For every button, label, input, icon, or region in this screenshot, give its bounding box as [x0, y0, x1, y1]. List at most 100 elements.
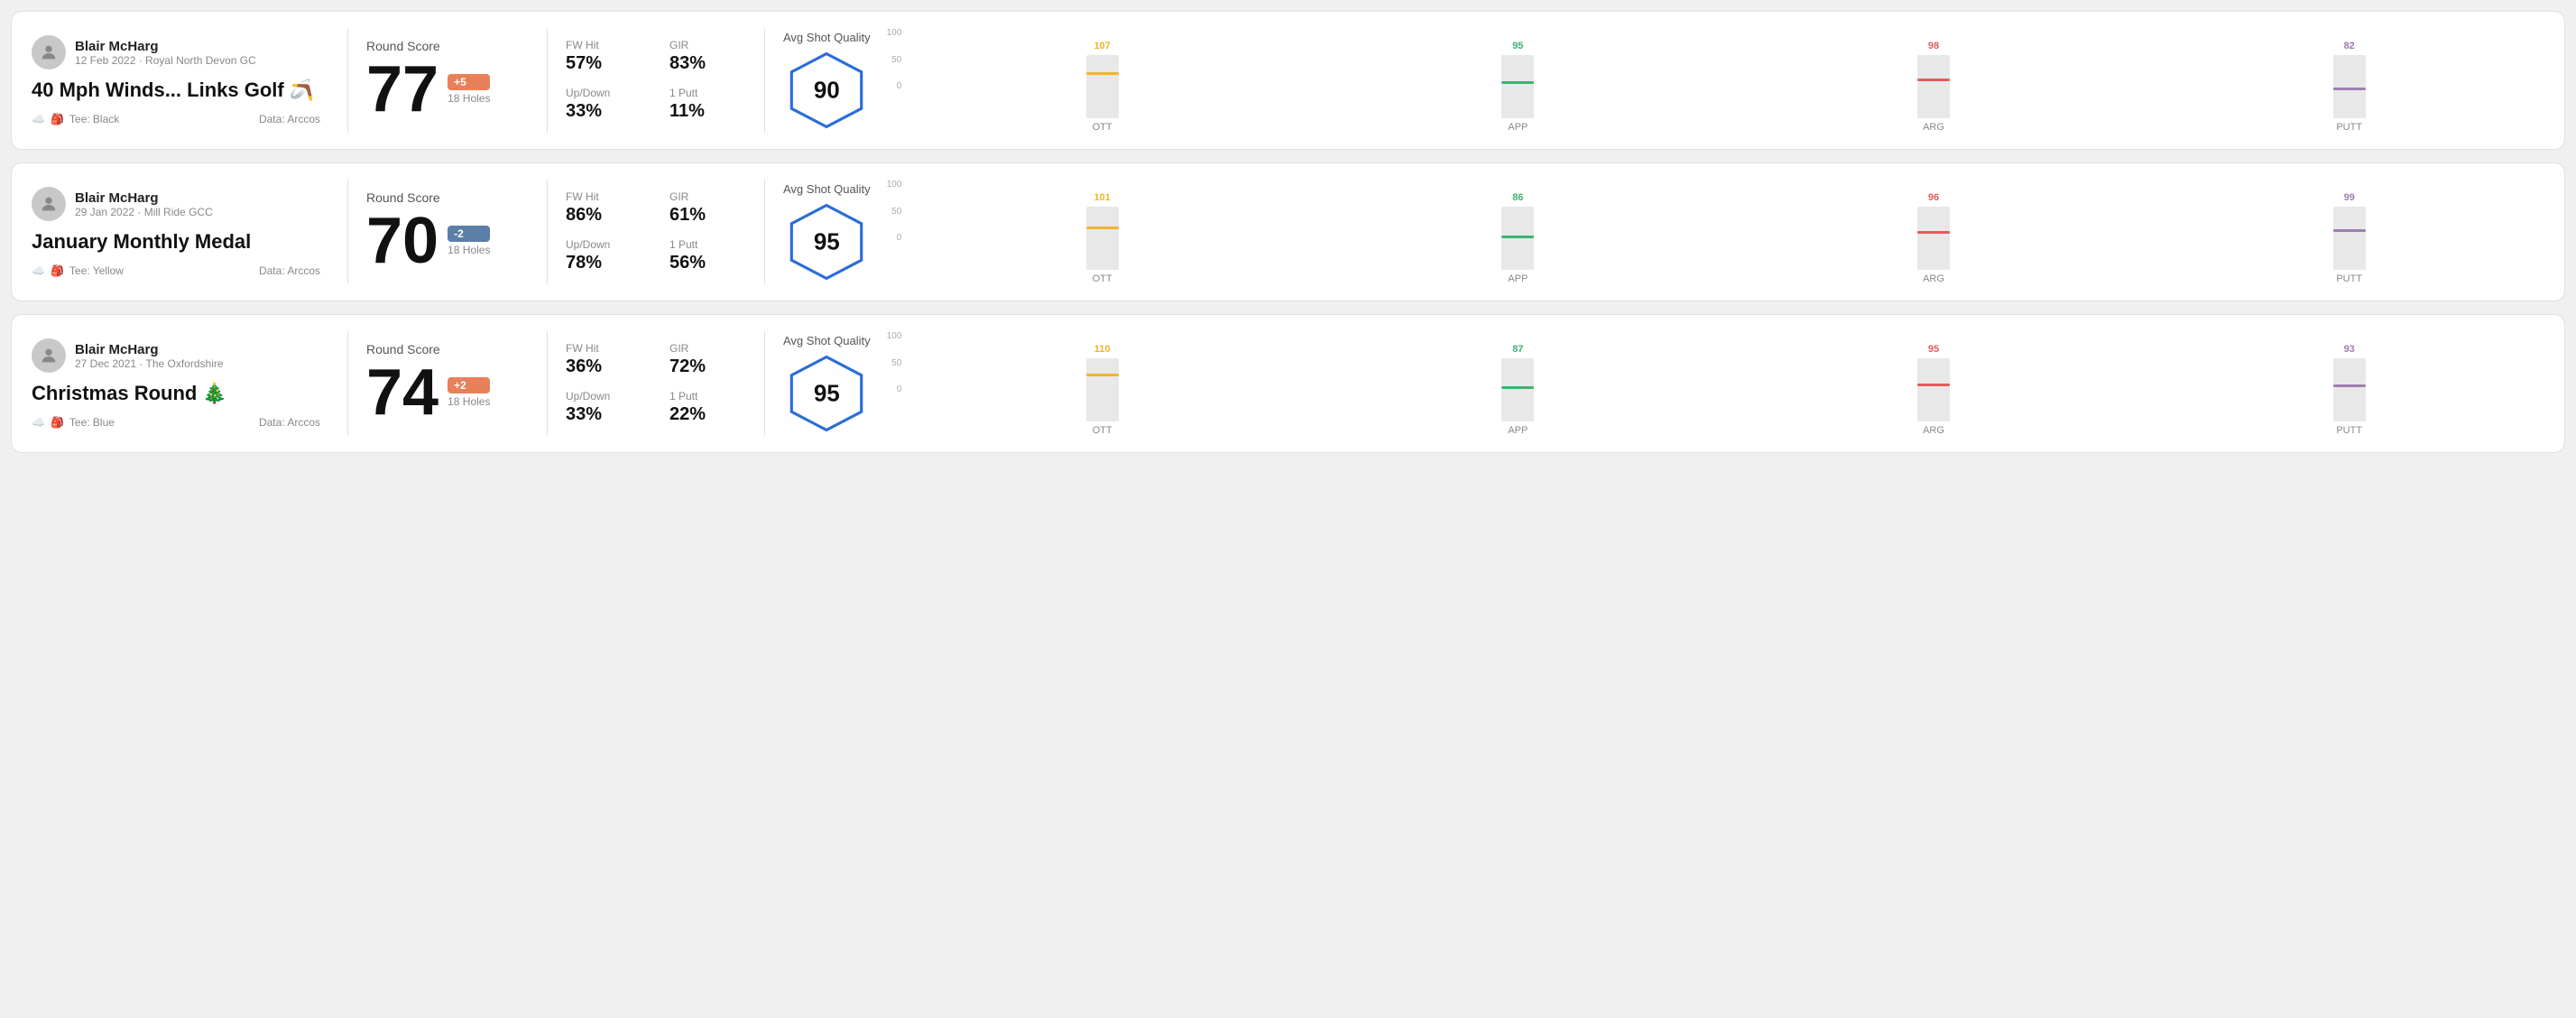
- axis-label-app: APP: [1323, 425, 1713, 436]
- bag-icon: 🎒: [51, 113, 64, 125]
- hexagon-wrap: Avg Shot Quality 90: [783, 31, 871, 131]
- round-card-3[interactable]: Blair McHarg 27 Dec 2021 · The Oxfordshi…: [11, 314, 2565, 453]
- chart-col-arg: 98: [1739, 41, 2129, 118]
- round-score-label: Round Score: [366, 342, 529, 356]
- holes-label: 18 Holes: [448, 92, 490, 105]
- chart-col-app: 95: [1323, 41, 1713, 118]
- axis-label-ott: OTT: [907, 273, 1297, 284]
- y-label-0: 0: [897, 233, 902, 243]
- stats-section: FW Hit 86% GIR 61% Up/Down 78% 1 Putt 56…: [557, 190, 755, 273]
- bar-bg: [1086, 358, 1119, 421]
- chart-inner: 107 95 98 82: [907, 28, 2544, 133]
- avatar: [32, 187, 66, 221]
- chart-value-putt: 82: [2344, 41, 2355, 51]
- bar-fill: [1917, 234, 1950, 270]
- chart-value-ott: 107: [1094, 41, 1110, 51]
- tee-label: Tee: Blue: [69, 416, 115, 429]
- bar-bg: [1501, 55, 1534, 118]
- tee-icons: ☁️ 🎒 Tee: Black: [32, 113, 119, 125]
- axis-label-putt: PUTT: [2154, 273, 2544, 284]
- gir-value: 83%: [669, 53, 746, 74]
- bar-chart-container: 100 50 0 110 87: [887, 331, 2544, 436]
- stat-updown: Up/Down 33%: [566, 390, 642, 425]
- hexagon: 95: [786, 353, 867, 434]
- bar-bg: [2333, 207, 2366, 270]
- score-section: Round Score 74 +2 18 Holes: [357, 342, 538, 425]
- axis-labels-row: OTTAPPARGPUTT: [907, 273, 2544, 284]
- one-putt-label: 1 Putt: [669, 238, 746, 251]
- player-date: 27 Dec 2021 · The Oxfordshire: [75, 357, 224, 370]
- round-card-2[interactable]: Blair McHarg 29 Jan 2022 · Mill Ride GCC…: [11, 162, 2565, 301]
- axis-label-arg: ARG: [1739, 122, 2129, 133]
- divider-mid: [547, 331, 548, 436]
- one-putt-label: 1 Putt: [669, 390, 746, 403]
- chart-value-ott: 101: [1094, 192, 1110, 203]
- chart-col-putt: 82: [2154, 41, 2544, 118]
- chart-value-arg: 96: [1928, 192, 1939, 203]
- tee-icons: ☁️ 🎒 Tee: Yellow: [32, 264, 124, 277]
- fw-hit-label: FW Hit: [566, 342, 642, 355]
- stat-updown: Up/Down 78%: [566, 238, 642, 273]
- one-putt-value: 22%: [669, 404, 746, 425]
- bar-line: [2333, 229, 2366, 232]
- chart-inner: 110 87 95 93: [907, 331, 2544, 436]
- stat-fw-hit: FW Hit 36%: [566, 342, 642, 377]
- bar-chart: 107 95 98 82: [907, 28, 2544, 118]
- score-main: 74 +2 18 Holes: [366, 360, 529, 425]
- bar-chart-container: 100 50 0 107 95: [887, 28, 2544, 133]
- player-info: Blair McHarg 29 Jan 2022 · Mill Ride GCC: [75, 190, 213, 218]
- bar-bg: [1501, 207, 1534, 270]
- round-card-1[interactable]: Blair McHarg 12 Feb 2022 · Royal North D…: [11, 11, 2565, 150]
- stat-one-putt: 1 Putt 56%: [669, 238, 746, 273]
- player-row: Blair McHarg 27 Dec 2021 · The Oxfordshi…: [32, 338, 320, 373]
- left-section: Blair McHarg 29 Jan 2022 · Mill Ride GCC…: [32, 187, 338, 277]
- tee-row: ☁️ 🎒 Tee: Blue Data: Arccos: [32, 416, 320, 429]
- fw-hit-label: FW Hit: [566, 39, 642, 51]
- chart-value-app: 95: [1512, 41, 1523, 51]
- score-section: Round Score 77 +5 18 Holes: [357, 39, 538, 122]
- y-label-0: 0: [897, 81, 902, 91]
- stat-gir: GIR 72%: [669, 342, 746, 377]
- bar-fill: [2333, 387, 2366, 422]
- player-name: Blair McHarg: [75, 190, 213, 206]
- bar-line: [1086, 374, 1119, 376]
- weather-icon: ☁️: [32, 113, 45, 125]
- chart-col-ott: 107: [907, 41, 1297, 118]
- divider-left: [347, 331, 348, 436]
- chart-value-arg: 95: [1928, 344, 1939, 355]
- score-number: 77: [366, 57, 439, 122]
- chart-value-app: 87: [1512, 344, 1523, 355]
- chart-inner: 101 86 96 99: [907, 180, 2544, 284]
- avg-shot-quality-label: Avg Shot Quality: [783, 182, 871, 196]
- y-label-50: 50: [891, 207, 901, 217]
- player-info: Blair McHarg 27 Dec 2021 · The Oxfordshi…: [75, 342, 224, 370]
- axis-label-ott: OTT: [907, 425, 1297, 436]
- bar-fill: [1501, 84, 1534, 119]
- bar-chart-wrap: 100 50 0 110 87: [887, 331, 2544, 436]
- stats-section: FW Hit 57% GIR 83% Up/Down 33% 1 Putt 11…: [557, 39, 755, 122]
- hex-score: 95: [814, 379, 840, 407]
- gir-value: 72%: [669, 356, 746, 377]
- bar-bg: [2333, 55, 2366, 118]
- holes-label: 18 Holes: [448, 395, 490, 408]
- bar-line: [1501, 236, 1534, 238]
- gir-value: 61%: [669, 205, 746, 226]
- score-main: 77 +5 18 Holes: [366, 57, 529, 122]
- avatar: [32, 35, 66, 69]
- hexagon-wrap: Avg Shot Quality 95: [783, 334, 871, 434]
- bar-line: [1501, 81, 1534, 84]
- score-number: 74: [366, 360, 439, 425]
- player-info: Blair McHarg 12 Feb 2022 · Royal North D…: [75, 39, 256, 67]
- stats-section: FW Hit 36% GIR 72% Up/Down 33% 1 Putt 22…: [557, 342, 755, 425]
- chart-value-putt: 93: [2344, 344, 2355, 355]
- divider-right: [764, 28, 765, 133]
- bar-line: [1501, 386, 1534, 389]
- fw-hit-label: FW Hit: [566, 190, 642, 203]
- data-source: Data: Arccos: [259, 264, 320, 277]
- bar-chart-wrap: 100 50 0 107 95: [887, 28, 2544, 133]
- bar-line: [2333, 88, 2366, 90]
- fw-hit-value: 36%: [566, 356, 642, 377]
- person-icon: [39, 42, 59, 62]
- title-emoji: 🎄: [202, 382, 226, 405]
- score-badge: +5 18 Holes: [448, 74, 490, 105]
